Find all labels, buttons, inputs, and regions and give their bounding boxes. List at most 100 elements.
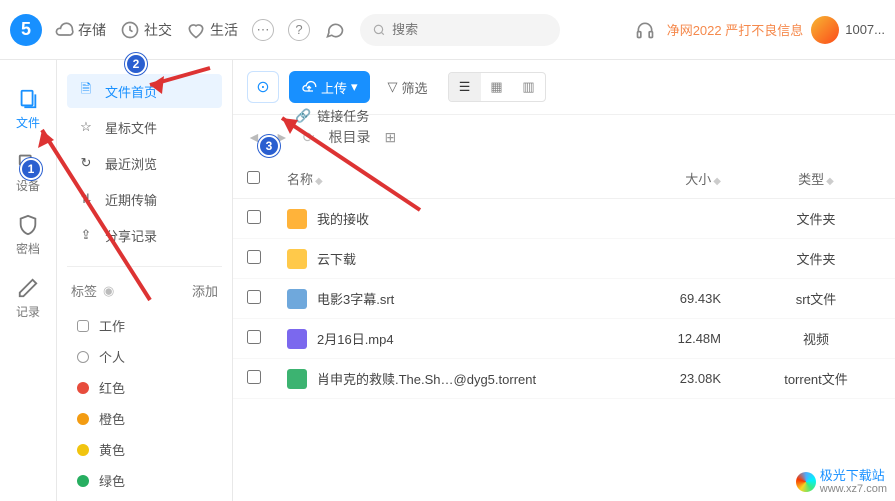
files-icon <box>17 88 39 110</box>
nav-recent-label: 最近浏览 <box>105 154 157 173</box>
path-root[interactable]: 根目录 <box>328 127 370 147</box>
annotation-3: 3 <box>258 135 280 157</box>
sidebar: 🗎 文件首页 ☆ 星标文件 ↻ 最近浏览 ⇅ 近期传输 ⇪ 分享记录 标签 ◉ … <box>57 60 232 501</box>
rail-records[interactable]: 记录 <box>0 267 56 330</box>
watermark-url: www.xz7.com <box>820 483 887 495</box>
tag-personal-label: 个人 <box>99 347 125 366</box>
shield-icon <box>17 214 39 236</box>
more-icon[interactable]: ⋯ <box>252 19 274 41</box>
view-grid-button[interactable]: ▦ <box>481 73 513 101</box>
rail-files-label: 文件 <box>16 114 40 131</box>
row-checkbox[interactable] <box>247 250 261 264</box>
table-row[interactable]: 电影3字幕.srt69.43Ksrt文件 <box>233 279 895 319</box>
table-row[interactable]: 我的接收 文件夹 <box>233 199 895 239</box>
file-size: 12.48M <box>621 331 751 346</box>
table-row[interactable]: 肖申克的救赎.The.Sh…@dyg5.torrent23.08Ktorrent… <box>233 359 895 399</box>
nav-transfer[interactable]: ⇅ 近期传输 <box>67 182 222 216</box>
nav-recent[interactable]: ↻ 最近浏览 <box>67 146 222 180</box>
link-task-label[interactable]: 链接任务 <box>317 106 369 125</box>
upload-label: 上传 <box>321 78 347 97</box>
view-column-button[interactable]: ▥ <box>513 73 545 101</box>
top-storage-label: 存储 <box>78 20 106 40</box>
chat-icon[interactable] <box>324 19 346 41</box>
table-row[interactable]: 2月16日.mp412.48M视频 <box>233 319 895 359</box>
col-name-label[interactable]: 名称 <box>287 172 313 187</box>
file-icon: 🗎 <box>77 80 95 102</box>
top-social-label: 社交 <box>144 20 172 40</box>
annotation-1: 1 <box>20 158 42 180</box>
file-size: 69.43K <box>621 291 751 306</box>
top-storage[interactable]: 存储 <box>54 20 106 40</box>
row-checkbox[interactable] <box>247 370 261 384</box>
file-type-icon <box>287 329 307 349</box>
top-social[interactable]: 社交 <box>120 20 172 40</box>
eye-icon[interactable]: ◉ <box>103 283 114 299</box>
more-actions-button[interactable]: ⊙ <box>247 71 279 103</box>
upload-button[interactable]: 上传 ▾ <box>289 71 370 103</box>
watermark: 极光下载站 www.xz7.com <box>796 469 887 495</box>
top-life-label: 生活 <box>210 20 238 40</box>
select-all-checkbox[interactable] <box>247 171 260 184</box>
nav-star-label: 星标文件 <box>105 118 157 137</box>
nav-star[interactable]: ☆ 星标文件 <box>67 110 222 144</box>
nav-share[interactable]: ⇪ 分享记录 <box>67 218 222 252</box>
col-type-label[interactable]: 类型 <box>798 172 824 187</box>
heart-icon <box>186 20 206 40</box>
watermark-logo <box>796 472 816 492</box>
file-type: srt文件 <box>751 289 881 308</box>
tag-title: 标签 <box>71 281 97 300</box>
sort-icon[interactable]: ◆ <box>713 176 721 187</box>
sort-icon[interactable]: ◆ <box>826 176 834 187</box>
top-life[interactable]: 生活 <box>186 20 238 40</box>
tag-green[interactable]: 绿色 <box>67 465 222 496</box>
rail-safe[interactable]: 密档 <box>0 204 56 267</box>
search-box[interactable] <box>360 14 560 46</box>
file-type: 文件夹 <box>751 209 881 228</box>
tag-orange[interactable]: 橙色 <box>67 403 222 434</box>
row-checkbox[interactable] <box>247 290 261 304</box>
tag-green-label: 绿色 <box>99 471 125 490</box>
file-name: 肖申克的救赎.The.Sh…@dyg5.torrent <box>317 369 536 388</box>
clock-icon <box>120 20 140 40</box>
rail-records-label: 记录 <box>16 303 40 320</box>
file-name: 我的接收 <box>317 209 369 228</box>
new-folder-button[interactable]: ⊞ <box>384 129 396 146</box>
toolbar-secondary: 🔗 链接任务 <box>295 106 369 125</box>
help-icon[interactable]: ? <box>288 19 310 41</box>
avatar[interactable] <box>811 16 839 44</box>
view-list-button[interactable]: ☰ <box>449 73 481 101</box>
chevron-down-icon: ▾ <box>351 79 358 95</box>
tag-red[interactable]: 红色 <box>67 372 222 403</box>
row-checkbox[interactable] <box>247 210 261 224</box>
table-header: 名称◆ 大小◆ 类型◆ <box>233 159 895 199</box>
cloud-upload-icon <box>301 79 317 95</box>
rail-files[interactable]: 文件 <box>0 78 56 141</box>
col-size-label[interactable]: 大小 <box>685 172 711 187</box>
tag-yellow-label: 黄色 <box>99 440 125 459</box>
transfer-icon: ⇅ <box>77 191 95 207</box>
refresh-button[interactable]: ⟳ <box>303 129 315 146</box>
sort-icon[interactable]: ◆ <box>315 176 323 187</box>
user-id[interactable]: 1007... <box>845 22 885 37</box>
file-type-icon <box>287 249 307 269</box>
file-type: 视频 <box>751 329 881 348</box>
tag-work[interactable]: 工作 <box>67 310 222 341</box>
person-icon <box>77 351 89 363</box>
tag-add[interactable]: 添加 <box>192 281 218 300</box>
tag-yellow[interactable]: 黄色 <box>67 434 222 465</box>
filter-button[interactable]: ▽ 筛选 <box>388 78 428 97</box>
filter-label: 筛选 <box>402 78 428 97</box>
history-icon: ↻ <box>77 155 95 171</box>
nav-transfer-label: 近期传输 <box>105 190 157 209</box>
row-checkbox[interactable] <box>247 330 261 344</box>
headphone-icon[interactable] <box>635 20 655 40</box>
notice-text[interactable]: 净网2022 严打不良信息 <box>667 20 804 39</box>
app-logo[interactable]: 5 <box>10 14 42 46</box>
divider <box>67 266 222 267</box>
tag-personal[interactable]: 个人 <box>67 341 222 372</box>
nav-home[interactable]: 🗎 文件首页 <box>67 74 222 108</box>
tag-orange-label: 橙色 <box>99 409 125 428</box>
table-row[interactable]: 云下载文件夹 <box>233 239 895 279</box>
search-input[interactable] <box>392 22 548 37</box>
left-rail: 文件 设备 密档 记录 <box>0 60 57 501</box>
